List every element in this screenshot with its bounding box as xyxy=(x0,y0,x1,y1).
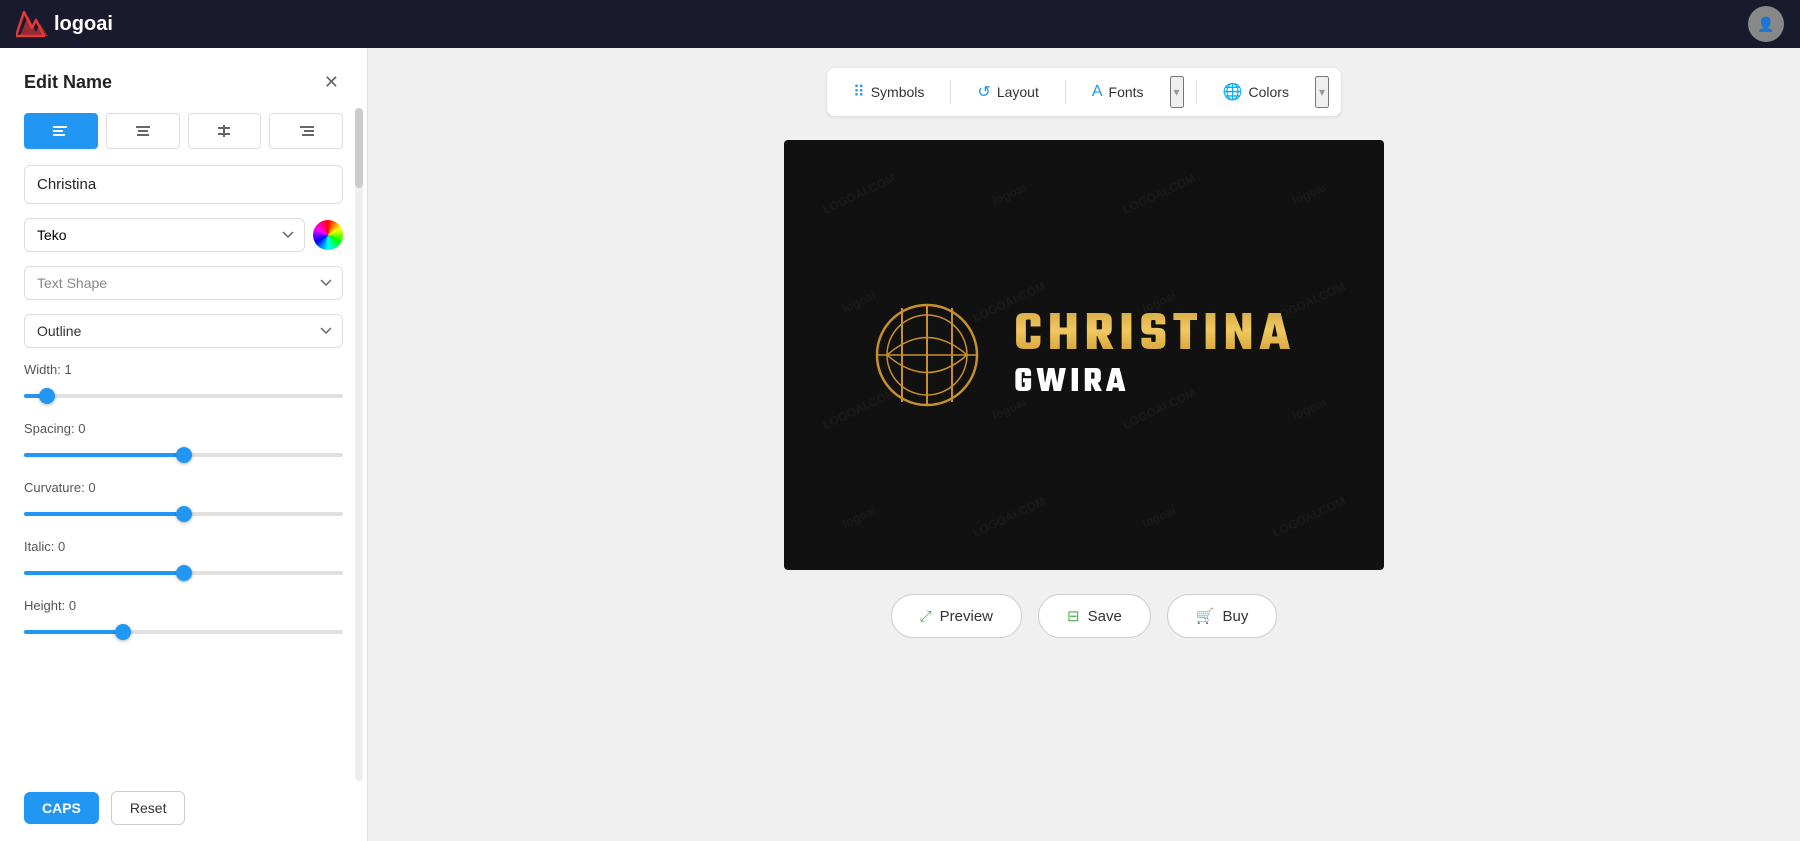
logo-emblem-icon xyxy=(872,300,982,410)
italic-label: Italic: 0 xyxy=(24,539,343,554)
preview-button[interactable]: ⤢ Preview xyxy=(891,594,1022,638)
height-slider[interactable] xyxy=(24,630,343,634)
layout-button[interactable]: ↺ Layout xyxy=(963,76,1052,108)
color-wheel-icon[interactable] xyxy=(313,220,343,250)
fonts-icon: A xyxy=(1092,83,1103,101)
font-selector[interactable]: Teko xyxy=(24,218,305,252)
scroll-indicator xyxy=(355,108,363,781)
colors-chevron-icon[interactable]: ▾ xyxy=(1315,76,1329,108)
logo-content: CHRISTINA GWIRA xyxy=(872,300,1296,410)
width-slider[interactable] xyxy=(24,394,343,398)
italic-slider[interactable] xyxy=(24,571,343,575)
logo-surname: GWIRA xyxy=(1014,366,1296,402)
close-button[interactable]: ✕ xyxy=(320,68,343,97)
symbols-icon: ⠿ xyxy=(853,82,865,102)
curvature-slider[interactable] xyxy=(24,512,343,516)
spacing-label: Spacing: 0 xyxy=(24,421,343,436)
align-left-button[interactable] xyxy=(24,113,98,149)
save-icon: ⊟ xyxy=(1067,607,1080,625)
buy-button[interactable]: 🛒 Buy xyxy=(1167,594,1278,638)
fonts-button[interactable]: A Fonts xyxy=(1078,76,1158,108)
preview-icon: ⤢ xyxy=(920,608,932,625)
text-shape-selector[interactable]: Text Shape xyxy=(24,266,343,300)
colors-button[interactable]: 🌐 Colors xyxy=(1209,76,1303,108)
logo-first-name: CHRISTINA xyxy=(1014,308,1296,364)
alignment-buttons xyxy=(24,113,343,149)
save-button[interactable]: ⊟ Save xyxy=(1038,594,1151,638)
align-center-v-button[interactable] xyxy=(188,113,262,149)
fonts-chevron-icon[interactable]: ▾ xyxy=(1170,76,1184,108)
spacing-slider[interactable] xyxy=(24,453,343,457)
reset-button[interactable]: Reset xyxy=(111,791,186,825)
outline-selector[interactable]: Outline xyxy=(24,314,343,348)
sidebar-title: Edit Name xyxy=(24,72,112,93)
curvature-label: Curvature: 0 xyxy=(24,480,343,495)
buy-icon: 🛒 xyxy=(1196,607,1215,625)
align-right-button[interactable] xyxy=(269,113,343,149)
layout-icon: ↺ xyxy=(977,82,990,102)
name-text-input[interactable] xyxy=(24,165,343,204)
colors-icon: 🌐 xyxy=(1223,82,1243,102)
align-center-h-button[interactable] xyxy=(106,113,180,149)
caps-button[interactable]: CAPS xyxy=(24,792,99,824)
height-label: Height: 0 xyxy=(24,598,343,613)
symbols-button[interactable]: ⠿ Symbols xyxy=(839,76,938,108)
user-avatar[interactable]: 👤 xyxy=(1748,6,1784,42)
width-label: Width: 1 xyxy=(24,362,343,377)
logo[interactable]: logoai xyxy=(16,8,113,40)
logo-text-area: CHRISTINA GWIRA xyxy=(1014,308,1296,402)
logo-preview: LOGOAI.COM logoai LOGOAI.COM logoai logo… xyxy=(784,140,1384,570)
brand-name: logoai xyxy=(54,13,113,36)
toolbar: ⠿ Symbols ↺ Layout A Fonts ▾ 🌐 Colors ▾ xyxy=(827,68,1341,116)
action-buttons: ⤢ Preview ⊟ Save 🛒 Buy xyxy=(891,594,1278,638)
